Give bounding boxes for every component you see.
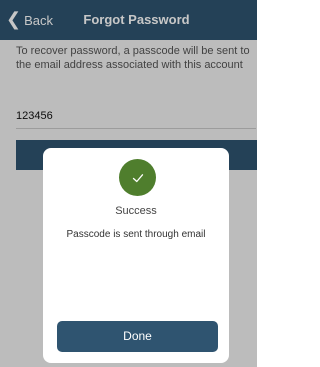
dialog-message: Passcode is sent through email (66, 229, 206, 240)
dialog-title: Success (115, 205, 157, 217)
checkmark-icon (132, 173, 143, 182)
success-dialog: Success Passcode is sent through email D… (43, 148, 229, 363)
success-status-circle (119, 159, 156, 196)
done-button[interactable]: Done (57, 321, 218, 352)
